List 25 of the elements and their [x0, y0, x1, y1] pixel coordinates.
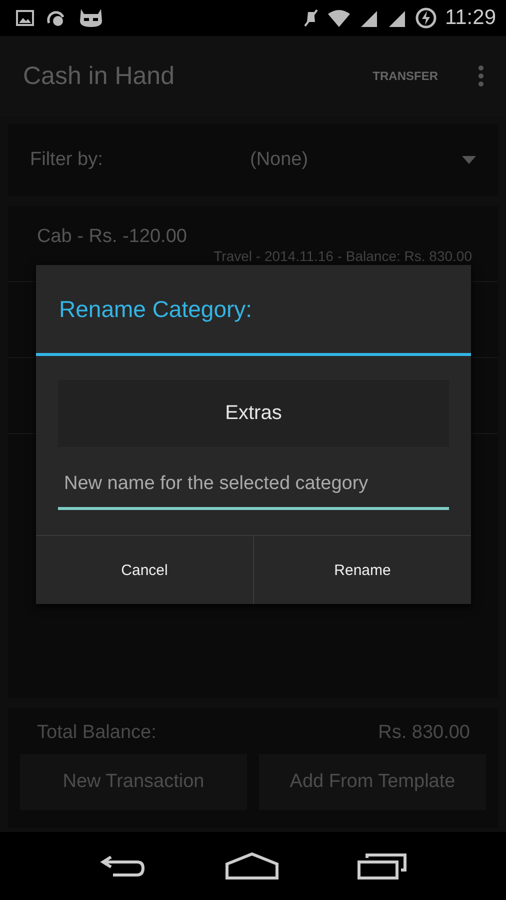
home-icon[interactable]: [225, 852, 279, 880]
recent-apps-icon[interactable]: [357, 852, 407, 880]
wifi-icon: [327, 9, 351, 27]
image-icon: [16, 10, 34, 26]
filter-dropdown[interactable]: (None): [250, 149, 476, 171]
filter-label: Filter by:: [30, 149, 104, 171]
signal-icon: [359, 9, 379, 27]
total-balance-amount: Rs. 830.00: [378, 722, 470, 744]
dropdown-arrow-icon: [462, 156, 476, 164]
footer-button[interactable]: New Transaction: [20, 754, 247, 810]
clock: 11:29: [445, 6, 496, 30]
cat-face-icon: [78, 9, 104, 27]
dialog-button[interactable]: Rename: [253, 536, 471, 604]
category-name: Extras: [58, 380, 449, 447]
transfer-button[interactable]: TRANSFER: [368, 65, 442, 87]
signal-icon: [387, 9, 407, 27]
overflow-menu-icon[interactable]: [478, 65, 484, 87]
battery-charging-icon: [415, 7, 437, 29]
app-title: Cash in Hand: [23, 62, 176, 90]
back-icon[interactable]: [99, 853, 147, 879]
total-balance-label: Total Balance:: [37, 722, 156, 744]
dialog-title: Rename Category:: [36, 265, 471, 356]
footer-button[interactable]: Add From Template: [259, 754, 486, 810]
new-name-field[interactable]: New name for the selected category: [58, 461, 449, 510]
dialog-button[interactable]: Cancel: [36, 536, 253, 604]
